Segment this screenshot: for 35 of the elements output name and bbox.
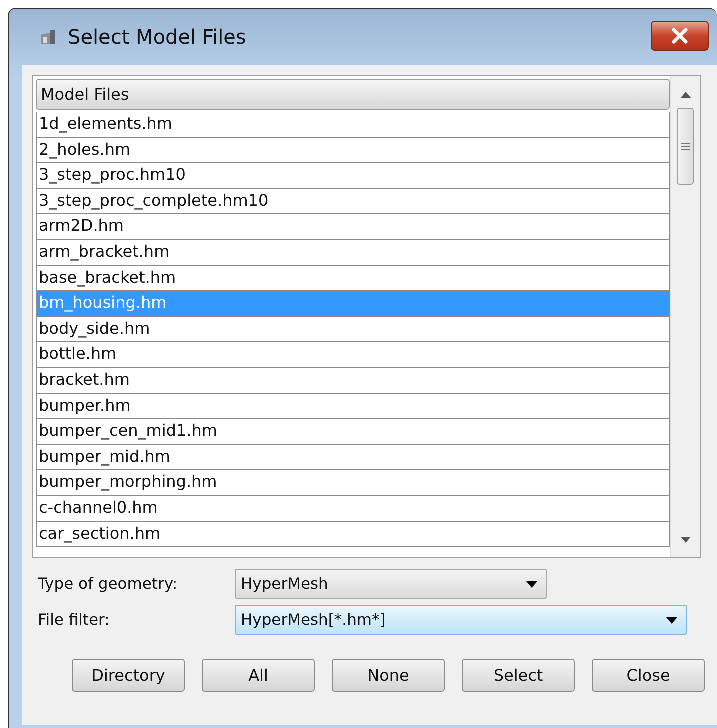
file-row[interactable]: arm2D.hm (37, 214, 669, 240)
file-row[interactable]: 3_step_proc_complete.hm10 (37, 188, 669, 214)
file-row[interactable]: bumper_cen_mid1.hm (37, 419, 669, 445)
file-row[interactable]: body_side.hm (37, 316, 669, 342)
close-button[interactable] (651, 21, 709, 51)
file-row[interactable]: bumper_mid.hm (37, 444, 669, 470)
dialog-button[interactable]: All (202, 659, 315, 692)
file-row[interactable]: 2_holes.hm (37, 138, 669, 164)
file-row[interactable]: arm_bracket.hm (37, 240, 669, 266)
caret-icon (526, 580, 538, 588)
caret-icon (666, 616, 678, 624)
dropdown[interactable]: HyperMesh[*.hm*] (235, 605, 687, 635)
file-row[interactable]: 1d_elements.hm (37, 112, 669, 138)
dropdown[interactable]: HyperMesh (235, 569, 547, 599)
scroll-thumb[interactable] (677, 108, 694, 185)
scroll-up-icon[interactable] (680, 92, 690, 98)
dialog-button[interactable]: None (332, 659, 445, 692)
file-row[interactable]: car_section.hm (37, 522, 669, 548)
field-label: Type of geometry: (37, 575, 179, 593)
dialog-button[interactable]: Close (592, 659, 705, 692)
file-row[interactable]: bracket.hm (37, 368, 669, 394)
dialog-button[interactable]: Select (462, 659, 575, 692)
column-header[interactable]: Model Files (36, 79, 670, 110)
app-icon (40, 29, 58, 45)
close-icon (671, 28, 689, 44)
window-title: Select Model Files (68, 25, 246, 49)
file-row[interactable]: bottle.hm (37, 342, 669, 368)
file-row[interactable]: 3_step_proc.hm10 (37, 163, 669, 189)
file-row[interactable]: bumper_morphing.hm (37, 470, 669, 496)
dialog-button[interactable]: Directory (72, 659, 185, 692)
scrollbar[interactable] (670, 76, 700, 557)
file-row[interactable]: bumper.hm (37, 394, 669, 420)
file-row[interactable]: c-channel0.hm (37, 496, 669, 522)
scroll-down-icon[interactable] (680, 537, 690, 543)
field-label: File filter: (37, 611, 111, 629)
